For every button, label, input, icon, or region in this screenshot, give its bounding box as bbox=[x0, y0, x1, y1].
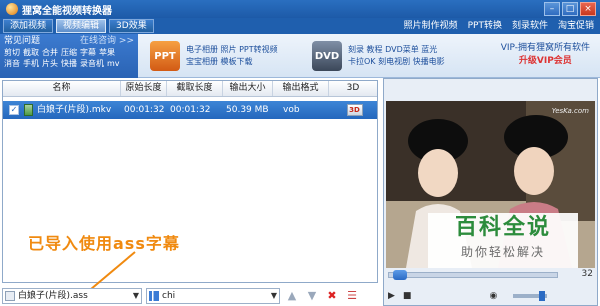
faq-row: 消音 手机 片头 快播 录音机 mv bbox=[4, 58, 134, 69]
promo-line[interactable]: 卡拉OK 刻电视剧 快播电影 bbox=[348, 56, 445, 68]
tab-bar: 添加视频 视频编辑 3D效果 照片制作视频 PPT转换 刻录软件 淘宝促销 bbox=[0, 18, 600, 34]
subtitle-icon bbox=[5, 291, 15, 301]
app-logo-icon bbox=[6, 3, 18, 15]
baike-slogan: 助你轻松解决 bbox=[460, 245, 545, 259]
seek-knob[interactable] bbox=[393, 270, 407, 280]
faq-title: 常见问题 bbox=[4, 36, 41, 46]
delete-icon[interactable]: ✖ bbox=[324, 288, 340, 304]
vip-promo[interactable]: VIP-拥有狸窝所有软件 升级VIP会员 bbox=[501, 42, 590, 68]
output-size: 50.39 MB bbox=[226, 105, 269, 115]
output-format: vob bbox=[283, 105, 300, 115]
site-watermark: YesKa.com bbox=[551, 107, 589, 115]
faq-link[interactable]: 剪切 bbox=[4, 47, 20, 58]
link-ppt-convert[interactable]: PPT转换 bbox=[468, 19, 502, 33]
promo-ppt[interactable]: PPT 电子相册 照片 PPT转视频 宝宝相册 模板下载 bbox=[150, 38, 278, 74]
vip-line: VIP-拥有狸窝所有软件 bbox=[500, 43, 590, 53]
promo-line[interactable]: 电子相册 照片 PPT转视频 bbox=[186, 44, 278, 56]
bottom-toolbar: 白娘子(片段).ass ▼ chi ▼ ▲ ▼ ✖ ☰ bbox=[2, 287, 378, 305]
volume-slider[interactable] bbox=[513, 291, 548, 301]
time-display: 32 bbox=[581, 269, 593, 279]
list-clear-icon[interactable]: ☰ bbox=[344, 288, 360, 304]
link-burn-software[interactable]: 刻录软件 bbox=[512, 19, 548, 33]
3d-icon[interactable]: 3D bbox=[346, 104, 363, 116]
tab-add-video[interactable]: 添加视频 bbox=[3, 19, 54, 33]
cut-length: 00:01:32 bbox=[170, 105, 211, 115]
maximize-icon[interactable]: □ bbox=[562, 2, 578, 16]
info-band: 常见问题 在线咨询 >> 剪切 截取 合并 压缩 字幕 苹果 消音 手机 片头 … bbox=[0, 34, 600, 78]
row-checkbox[interactable]: ✓ bbox=[9, 105, 19, 115]
subtitle-select[interactable]: 白娘子(片段).ass ▼ bbox=[2, 288, 142, 304]
player-controls: ▶ ■ ◉ bbox=[388, 289, 595, 303]
baike-watermark: 百科全说 助你轻松解决 bbox=[428, 213, 578, 268]
title-bar: 狸窝全能视频转换器 – □ × bbox=[0, 0, 600, 18]
col-cut-length[interactable]: 截取长度 bbox=[167, 81, 223, 96]
faq-link[interactable]: 快播 bbox=[61, 58, 77, 69]
promo-dvd[interactable]: DVD 刻录 教程 DVD菜单 蓝光 卡拉OK 刻电视剧 快播电影 bbox=[312, 38, 445, 74]
promo-line[interactable]: 刻录 教程 DVD菜单 蓝光 bbox=[348, 44, 445, 56]
faq-link[interactable]: 手机 bbox=[23, 58, 39, 69]
faq-row: 剪切 截取 合并 压缩 字幕 苹果 bbox=[4, 47, 134, 58]
col-original-length[interactable]: 原始长度 bbox=[121, 81, 167, 96]
link-photo-video[interactable]: 照片制作视频 bbox=[404, 19, 458, 33]
volume-knob[interactable] bbox=[539, 291, 546, 301]
chevron-down-icon: ▼ bbox=[270, 291, 277, 300]
top-links: 照片制作视频 PPT转换 刻录软件 淘宝促销 bbox=[404, 19, 594, 33]
window-controls: – □ × bbox=[544, 2, 596, 16]
vip-upgrade-link[interactable]: 升级VIP会员 bbox=[501, 55, 590, 68]
faq-link[interactable]: 消音 bbox=[4, 58, 20, 69]
seek-slider[interactable] bbox=[388, 270, 558, 280]
faq-link[interactable]: 压缩 bbox=[61, 47, 77, 58]
audio-track-value: chi bbox=[162, 291, 176, 301]
minimize-icon[interactable]: – bbox=[544, 2, 560, 16]
file-name: 白娘子(片段).mkv bbox=[37, 105, 112, 115]
audio-icon bbox=[149, 291, 159, 301]
faq-link[interactable]: mv bbox=[107, 58, 120, 69]
faq-link[interactable]: 苹果 bbox=[99, 47, 115, 58]
promo-line[interactable]: 宝宝相册 模板下载 bbox=[186, 56, 278, 68]
faq-link[interactable]: 截取 bbox=[23, 47, 39, 58]
video-file-icon bbox=[24, 104, 33, 116]
subtitle-file-value: 白娘子(片段).ass bbox=[18, 291, 88, 301]
stop-icon[interactable]: ■ bbox=[403, 291, 412, 301]
original-length: 00:01:32 bbox=[124, 105, 165, 115]
camera-icon[interactable]: ◉ bbox=[489, 291, 497, 301]
table-row[interactable]: ✓ 白娘子(片段).mkv 00:01:32 00:01:32 50.39 MB… bbox=[3, 101, 377, 119]
tab-video-edit[interactable]: 视频编辑 bbox=[56, 19, 107, 33]
faq-link[interactable]: 合并 bbox=[42, 47, 58, 58]
app-title: 狸窝全能视频转换器 bbox=[22, 5, 112, 17]
faq-link[interactable]: 字幕 bbox=[80, 47, 96, 58]
play-icon[interactable]: ▶ bbox=[388, 291, 395, 301]
close-icon[interactable]: × bbox=[580, 2, 596, 16]
chevron-down-icon: ▼ bbox=[132, 291, 139, 300]
baike-title: 百科全说 bbox=[454, 215, 551, 240]
preview-panel: YesKa.com 百科全说 助你轻松解决 32 ▶ ■ ◉ bbox=[383, 78, 598, 306]
col-output-size[interactable]: 输出大小 bbox=[223, 81, 273, 96]
table-header: 名称 原始长度 截取长度 输出大小 输出格式 3D bbox=[3, 81, 377, 97]
col-name[interactable]: 名称 bbox=[3, 81, 121, 96]
annotation-text: 已导入使用ass字幕 bbox=[28, 234, 180, 253]
video-preview[interactable]: YesKa.com 百科全说 助你轻松解决 bbox=[386, 101, 595, 268]
ppt-icon: PPT bbox=[150, 41, 180, 71]
faq-link[interactable]: 片头 bbox=[42, 58, 58, 69]
move-down-icon[interactable]: ▼ bbox=[304, 288, 320, 304]
online-consult-link[interactable]: 在线咨询 >> bbox=[80, 36, 134, 47]
col-output-format[interactable]: 输出格式 bbox=[273, 81, 329, 96]
col-3d[interactable]: 3D bbox=[329, 81, 377, 96]
audio-track-select[interactable]: chi ▼ bbox=[146, 288, 280, 304]
dvd-icon: DVD bbox=[312, 41, 342, 71]
tab-3d-effect[interactable]: 3D效果 bbox=[109, 19, 154, 33]
faq-link[interactable]: 录音机 bbox=[80, 58, 104, 69]
link-taobao-promo[interactable]: 淘宝促销 bbox=[558, 19, 594, 33]
faq-panel: 常见问题 在线咨询 >> 剪切 截取 合并 压缩 字幕 苹果 消音 手机 片头 … bbox=[0, 34, 138, 78]
move-up-icon[interactable]: ▲ bbox=[284, 288, 300, 304]
